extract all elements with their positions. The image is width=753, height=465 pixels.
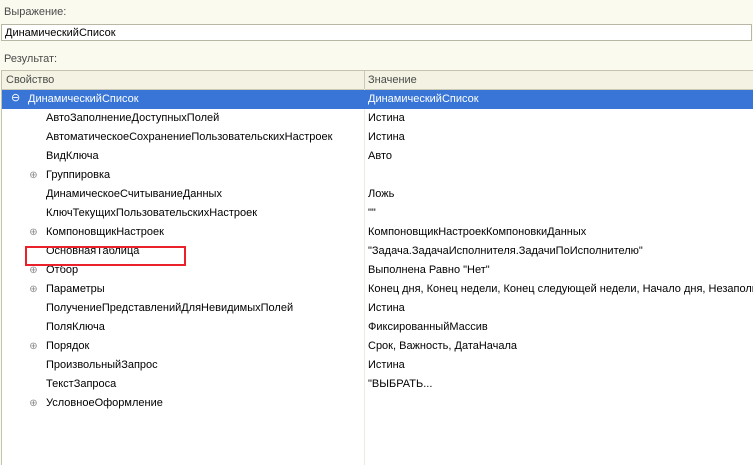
result-grid[interactable]: Свойство Значение ⊖ ДинамическийСписок Д… [1,70,753,465]
property-name: ВидКлюча [46,150,99,162]
property-value: Ложь [368,188,395,200]
tree-row[interactable]: ПолучениеПредставленийДляНевидимыхПолей … [2,299,753,318]
tree-row[interactable]: ДинамическоеСчитываниеДанных Ложь [2,185,753,204]
property-value: Выполнена Равно "Нет" [368,264,490,276]
tree-row[interactable]: ПроизвольныйЗапрос Истина [2,356,753,375]
grid-header: Свойство Значение [2,71,753,90]
property-value: ФиксированныйМассив [368,321,488,333]
property-value: "ВЫБРАТЬ... [368,378,433,390]
tree-row[interactable]: ТекстЗапроса "ВЫБРАТЬ... [2,375,753,394]
expand-icon[interactable]: ⊕ [29,228,38,238]
tree-row[interactable]: ПоляКлюча ФиксированныйМассив [2,318,753,337]
expand-icon[interactable]: ⊕ [29,342,38,352]
property-name: УсловноеОформление [46,397,163,409]
property-value: ДинамическийСписок [368,93,479,105]
property-name: Порядок [46,340,90,352]
tree-row[interactable]: КлючТекущихПользовательскихНастроек "" [2,204,753,223]
tree-row[interactable]: ⊕ Параметры Конец дня, Конец недели, Кон… [2,280,753,299]
tree-row[interactable]: ⊕ УсловноеОформление [2,394,753,413]
expression-label: Выражение: [4,6,67,18]
highlight-frame [25,246,186,266]
collapse-icon[interactable]: ⊖ [11,93,20,104]
property-value: "Задача.ЗадачаИсполнителя.ЗадачиПоИсполн… [368,245,643,257]
column-header-value[interactable]: Значение [368,74,417,86]
property-name: КомпоновщикНастроек [46,226,164,238]
column-header-property[interactable]: Свойство [6,74,54,86]
property-value: КомпоновщикНастроекКомпоновкиДанных [368,226,587,238]
expression-input[interactable]: ДинамическийСписок [1,24,752,41]
column-separator[interactable] [364,71,365,89]
property-name: ДинамическоеСчитываниеДанных [46,188,222,200]
expand-icon[interactable]: ⊕ [29,285,38,295]
property-value: Истина [368,359,405,371]
property-name: АвтоЗаполнениеДоступныхПолей [46,112,220,124]
property-name: ПолучениеПредставленийДляНевидимыхПолей [46,302,294,314]
tree-row[interactable]: ⊕ Порядок Срок, Важность, ДатаНачала [2,337,753,356]
property-name: ТекстЗапроса [46,378,117,390]
property-value: Истина [368,112,405,124]
tree-row[interactable]: АвтоЗаполнениеДоступныхПолей Истина [2,109,753,128]
property-value: Срок, Важность, ДатаНачала [368,340,518,352]
property-value: Истина [368,131,405,143]
tree-row[interactable]: ⊕ КомпоновщикНастроек КомпоновщикНастрое… [2,223,753,242]
property-name: Параметры [46,283,105,295]
expand-icon[interactable]: ⊕ [29,266,38,276]
property-name: ДинамическийСписок [28,93,139,105]
property-name: АвтоматическоеСохранениеПользовательских… [46,131,333,143]
property-name: Группировка [46,169,111,181]
property-name: ПроизвольныйЗапрос [46,359,158,371]
expand-icon[interactable]: ⊕ [29,171,38,181]
property-value: "" [368,207,376,219]
tree-row-root[interactable]: ⊖ ДинамическийСписок ДинамическийСписок [2,90,753,109]
property-name: КлючТекущихПользовательскихНастроек [46,207,258,219]
tree-row[interactable]: ⊕ Группировка [2,166,753,185]
property-name: ПоляКлюча [46,321,105,333]
property-value: Конец дня, Конец недели, Конец следующей… [368,283,753,295]
expand-icon[interactable]: ⊕ [29,399,38,409]
result-label: Результат: [4,53,58,65]
property-value: Истина [368,302,405,314]
tree-row[interactable]: АвтоматическоеСохранениеПользовательских… [2,128,753,147]
property-value: Авто [368,150,392,162]
tree-row[interactable]: ВидКлюча Авто [2,147,753,166]
